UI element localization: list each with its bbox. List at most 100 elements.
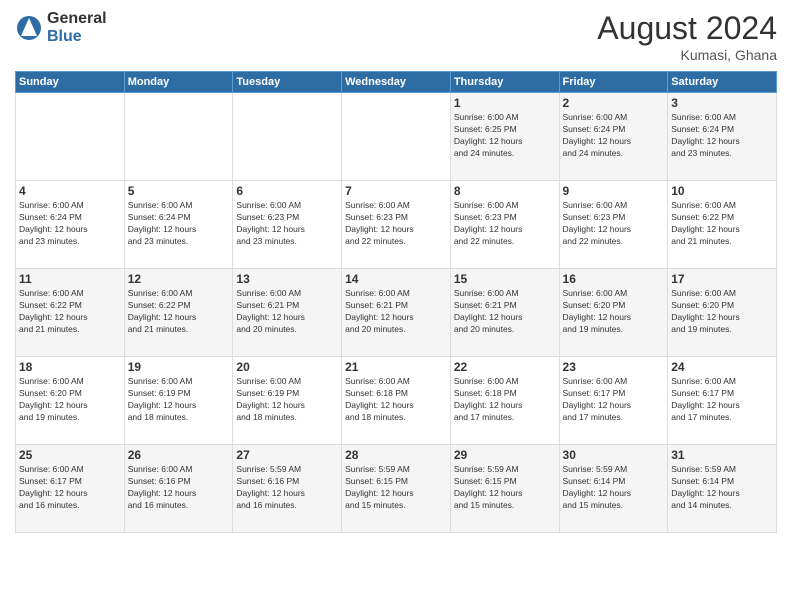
calendar-cell: 2 Sunrise: 6:00 AM Sunset: 6:24 PM Daylig… (559, 93, 668, 181)
calendar-cell: 20 Sunrise: 6:00 AM Sunset: 6:19 PM Dayli… (233, 357, 342, 445)
cell-info: Sunrise: 5:59 AM Sunset: 6:16 PM Dayligh… (236, 464, 338, 512)
day-header-thursday: Thursday (450, 72, 559, 93)
day-number: 26 (128, 448, 230, 462)
cell-info: Sunrise: 6:00 AM Sunset: 6:22 PM Dayligh… (128, 288, 230, 336)
cell-info: Sunrise: 6:00 AM Sunset: 6:20 PM Dayligh… (563, 288, 665, 336)
day-number: 27 (236, 448, 338, 462)
calendar-cell: 14 Sunrise: 6:00 AM Sunset: 6:21 PM Dayli… (342, 269, 451, 357)
cell-info: Sunrise: 6:00 AM Sunset: 6:22 PM Dayligh… (19, 288, 121, 336)
day-number: 22 (454, 360, 556, 374)
calendar-header: SundayMondayTuesdayWednesdayThursdayFrid… (16, 72, 777, 93)
calendar-cell: 9 Sunrise: 6:00 AM Sunset: 6:23 PM Daylig… (559, 181, 668, 269)
cell-info: Sunrise: 6:00 AM Sunset: 6:22 PM Dayligh… (671, 200, 773, 248)
calendar-cell: 22Sunrise: 6:00 AM Sunset: 6:18 PM Dayli… (450, 357, 559, 445)
day-header-sunday: Sunday (16, 72, 125, 93)
calendar-cell (124, 93, 233, 181)
day-number: 24 (671, 360, 773, 374)
cell-info: Sunrise: 6:00 AM Sunset: 6:19 PM Dayligh… (236, 376, 338, 424)
logo: General Blue (15, 10, 107, 46)
day-number: 23 (563, 360, 665, 374)
day-number: 1 (454, 96, 556, 110)
header-row: SundayMondayTuesdayWednesdayThursdayFrid… (16, 72, 777, 93)
calendar-cell: 13 Sunrise: 6:00 AM Sunset: 6:21 PM Dayli… (233, 269, 342, 357)
day-number: 10 (671, 184, 773, 198)
calendar-cell: 6 Sunrise: 6:00 AM Sunset: 6:23 PM Daylig… (233, 181, 342, 269)
cell-info: Sunrise: 6:00 AM Sunset: 6:20 PM Dayligh… (671, 288, 773, 336)
day-number: 8 (454, 184, 556, 198)
calendar-cell (16, 93, 125, 181)
cell-info: Sunrise: 6:00 AM Sunset: 6:18 PM Dayligh… (345, 376, 447, 424)
day-number: 6 (236, 184, 338, 198)
cell-info: Sunrise: 5:59 AM Sunset: 6:15 PM Dayligh… (345, 464, 447, 512)
day-header-wednesday: Wednesday (342, 72, 451, 93)
cell-info: Sunrise: 6:00 AM Sunset: 6:21 PM Dayligh… (236, 288, 338, 336)
day-header-tuesday: Tuesday (233, 72, 342, 93)
calendar-cell (342, 93, 451, 181)
logo-general: General (47, 10, 107, 28)
calendar-cell: 29 Sunrise: 5:59 AM Sunset: 6:15 PM Dayli… (450, 445, 559, 533)
calendar-cell: 16Sunrise: 6:00 AM Sunset: 6:20 PM Dayli… (559, 269, 668, 357)
day-number: 12 (128, 272, 230, 286)
day-number: 30 (563, 448, 665, 462)
week-row-5: 25 Sunrise: 6:00 AM Sunset: 6:17 PM Dayli… (16, 445, 777, 533)
day-header-saturday: Saturday (668, 72, 777, 93)
month-year: August 2024 (597, 10, 777, 47)
day-number: 20 (236, 360, 338, 374)
day-number: 13 (236, 272, 338, 286)
day-number: 11 (19, 272, 121, 286)
cell-info: Sunrise: 6:00 AM Sunset: 6:21 PM Dayligh… (345, 288, 447, 336)
day-number: 29 (454, 448, 556, 462)
calendar-cell: 28 Sunrise: 5:59 AM Sunset: 6:15 PM Dayli… (342, 445, 451, 533)
cell-info: Sunrise: 6:00 AM Sunset: 6:17 PM Dayligh… (671, 376, 773, 424)
calendar-cell: 4Sunrise: 6:00 AM Sunset: 6:24 PM Daylig… (16, 181, 125, 269)
day-number: 9 (563, 184, 665, 198)
cell-info: Sunrise: 6:00 AM Sunset: 6:19 PM Dayligh… (128, 376, 230, 424)
day-header-friday: Friday (559, 72, 668, 93)
calendar-cell: 5Sunrise: 6:00 AM Sunset: 6:24 PM Daylig… (124, 181, 233, 269)
cell-info: Sunrise: 6:00 AM Sunset: 6:21 PM Dayligh… (454, 288, 556, 336)
cell-info: Sunrise: 5:59 AM Sunset: 6:15 PM Dayligh… (454, 464, 556, 512)
calendar-table: SundayMondayTuesdayWednesdayThursdayFrid… (15, 71, 777, 533)
day-number: 2 (563, 96, 665, 110)
day-number: 19 (128, 360, 230, 374)
day-header-monday: Monday (124, 72, 233, 93)
calendar-cell: 19 Sunrise: 6:00 AM Sunset: 6:19 PM Dayli… (124, 357, 233, 445)
cell-info: Sunrise: 6:00 AM Sunset: 6:23 PM Dayligh… (563, 200, 665, 248)
day-number: 31 (671, 448, 773, 462)
cell-info: Sunrise: 6:00 AM Sunset: 6:23 PM Dayligh… (454, 200, 556, 248)
calendar-cell: 25 Sunrise: 6:00 AM Sunset: 6:17 PM Dayli… (16, 445, 125, 533)
cell-info: Sunrise: 5:59 AM Sunset: 6:14 PM Dayligh… (671, 464, 773, 512)
week-row-4: 18Sunrise: 6:00 AM Sunset: 6:20 PM Dayli… (16, 357, 777, 445)
logo-text: General Blue (47, 10, 107, 46)
cell-info: Sunrise: 6:00 AM Sunset: 6:16 PM Dayligh… (128, 464, 230, 512)
calendar-cell: 18Sunrise: 6:00 AM Sunset: 6:20 PM Dayli… (16, 357, 125, 445)
cell-info: Sunrise: 6:00 AM Sunset: 6:23 PM Dayligh… (236, 200, 338, 248)
calendar-cell: 27 Sunrise: 5:59 AM Sunset: 6:16 PM Dayli… (233, 445, 342, 533)
day-number: 5 (128, 184, 230, 198)
week-row-1: 1Sunrise: 6:00 AM Sunset: 6:25 PM Daylig… (16, 93, 777, 181)
week-row-2: 4Sunrise: 6:00 AM Sunset: 6:24 PM Daylig… (16, 181, 777, 269)
calendar-cell: 10 Sunrise: 6:00 AM Sunset: 6:22 PM Dayli… (668, 181, 777, 269)
cell-info: Sunrise: 5:59 AM Sunset: 6:14 PM Dayligh… (563, 464, 665, 512)
day-number: 28 (345, 448, 447, 462)
day-number: 25 (19, 448, 121, 462)
week-row-3: 11 Sunrise: 6:00 AM Sunset: 6:22 PM Dayli… (16, 269, 777, 357)
calendar-cell: 8 Sunrise: 6:00 AM Sunset: 6:23 PM Daylig… (450, 181, 559, 269)
calendar-container: General Blue August 2024 Kumasi, Ghana S… (0, 0, 792, 538)
logo-icon (15, 14, 43, 42)
cell-info: Sunrise: 6:00 AM Sunset: 6:17 PM Dayligh… (19, 464, 121, 512)
calendar-cell: 12 Sunrise: 6:00 AM Sunset: 6:22 PM Dayli… (124, 269, 233, 357)
calendar-body: 1Sunrise: 6:00 AM Sunset: 6:25 PM Daylig… (16, 93, 777, 533)
day-number: 4 (19, 184, 121, 198)
day-number: 14 (345, 272, 447, 286)
day-number: 15 (454, 272, 556, 286)
cell-info: Sunrise: 6:00 AM Sunset: 6:24 PM Dayligh… (563, 112, 665, 160)
day-number: 17 (671, 272, 773, 286)
calendar-cell: 24 Sunrise: 6:00 AM Sunset: 6:17 PM Dayli… (668, 357, 777, 445)
calendar-cell: 21Sunrise: 6:00 AM Sunset: 6:18 PM Dayli… (342, 357, 451, 445)
calendar-cell: 17 Sunrise: 6:00 AM Sunset: 6:20 PM Dayli… (668, 269, 777, 357)
logo-blue: Blue (47, 28, 82, 45)
calendar-cell: 3Sunrise: 6:00 AM Sunset: 6:24 PM Daylig… (668, 93, 777, 181)
location: Kumasi, Ghana (597, 47, 777, 63)
calendar-cell: 11 Sunrise: 6:00 AM Sunset: 6:22 PM Dayli… (16, 269, 125, 357)
